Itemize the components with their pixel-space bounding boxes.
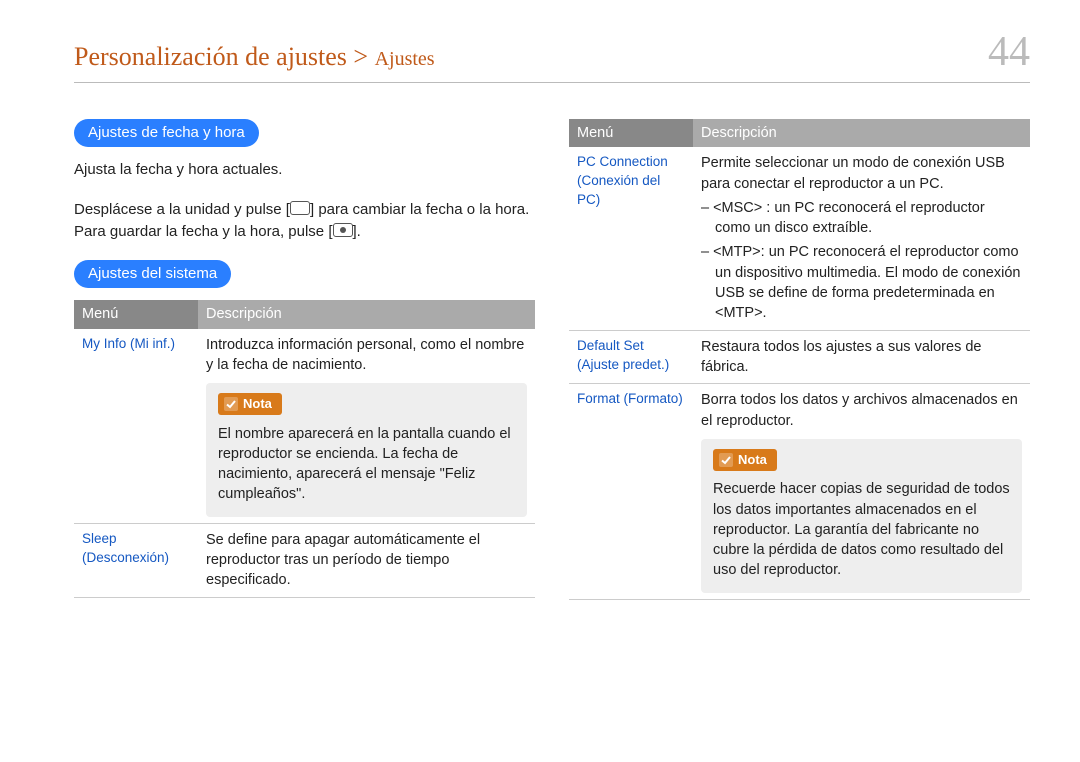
table-header-desc: Descripción [198, 300, 535, 328]
table-header-menu: Menú [74, 300, 198, 328]
key-icon-dot [333, 223, 353, 237]
desc-cell-format: Borra todos los datos y archivos almacen… [693, 384, 1030, 599]
table-header-menu: Menú [569, 119, 693, 147]
menu-cell-pcconn: PC Connection (Conexión del PC) [569, 147, 693, 330]
menu-cell-default: Default Set (Ajuste predet.) [569, 330, 693, 384]
table-row: My Info (Mi inf.) Introduzca información… [74, 329, 535, 524]
section-pill-system: Ajustes del sistema [74, 260, 231, 288]
page-number: 44 [988, 28, 1030, 76]
menu-cell-sleep: Sleep (Desconexión) [74, 523, 198, 597]
breadcrumb: Personalización de ajustes > Ajustes [74, 42, 435, 72]
table-row: PC Connection (Conexión del PC) Permite … [569, 147, 1030, 330]
menu-cell-format: Format (Formato) [569, 384, 693, 599]
note-box: Nota Recuerde hacer copias de seguridad … [701, 439, 1022, 593]
note-check-icon [224, 397, 238, 411]
section-pill-datetime: Ajustes de fecha y hora [74, 119, 259, 147]
desc-cell-myinfo: Introduzca información personal, como el… [198, 329, 535, 524]
desc-cell-pcconn: Permite seleccionar un modo de conexión … [693, 147, 1030, 330]
key-icon-empty [290, 201, 310, 215]
system-table-right: Menú Descripción PC Connection (Conexión… [569, 119, 1030, 600]
note-tag: Nota [713, 449, 777, 471]
desc-cell-sleep: Se define para apagar automáticamente el… [198, 523, 535, 597]
system-table: Menú Descripción My Info (Mi inf.) Intro… [74, 300, 535, 597]
note-check-icon [719, 453, 733, 467]
table-header-desc: Descripción [693, 119, 1030, 147]
menu-cell-myinfo: My Info (Mi inf.) [74, 329, 198, 524]
left-column: Ajustes de fecha y hora Ajusta la fecha … [74, 119, 535, 600]
datetime-instruction: Desplácese a la unidad y pulse [] para c… [74, 199, 535, 243]
page-header: Personalización de ajustes > Ajustes 44 [74, 28, 1030, 83]
desc-cell-default: Restaura todos los ajustes a sus valores… [693, 330, 1030, 384]
breadcrumb-main: Personalización de ajustes > [74, 42, 368, 71]
datetime-intro: Ajusta la fecha y hora actuales. [74, 159, 535, 181]
table-row: Format (Formato) Borra todos los datos y… [569, 384, 1030, 599]
right-column: Menú Descripción PC Connection (Conexión… [569, 119, 1030, 600]
table-row: Default Set (Ajuste predet.) Restaura to… [569, 330, 1030, 384]
note-box: Nota El nombre aparecerá en la pantalla … [206, 383, 527, 517]
breadcrumb-sub: Ajustes [375, 48, 435, 70]
note-tag: Nota [218, 393, 282, 415]
table-row: Sleep (Desconexión) Se define para apaga… [74, 523, 535, 597]
